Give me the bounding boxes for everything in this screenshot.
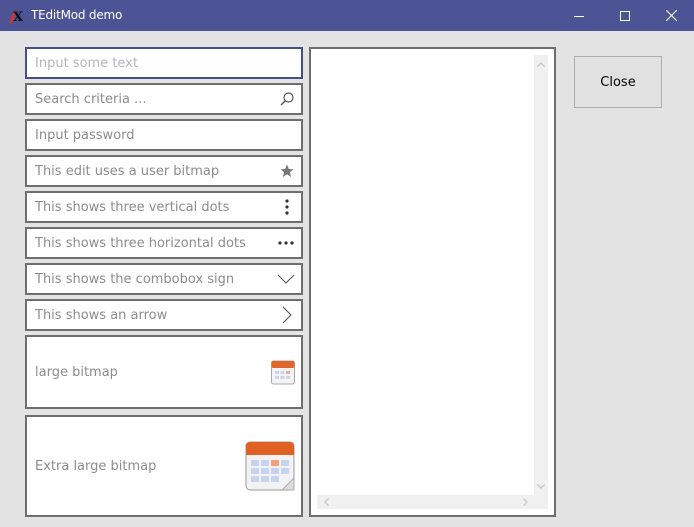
horizontal-dots-icon[interactable] [275,234,297,252]
vertical-dots-icon[interactable] [277,197,297,217]
extra-large-bitmap-input-text: Extra large bitmap [35,459,157,474]
star-icon[interactable] [277,162,297,180]
vertical-scrollbar[interactable] [534,55,548,495]
scroll-down-icon[interactable] [534,479,548,493]
horizontal-scrollbar[interactable] [317,495,534,509]
search-input[interactable]: Search criteria ... [25,83,303,115]
large-bitmap-input-text: large bitmap [35,365,118,380]
title-bar[interactable]: X TEditMod demo [0,0,694,31]
search-input-text: Search criteria ... [35,92,147,107]
window-close-button[interactable] [648,0,694,31]
scroll-up-icon[interactable] [534,57,548,71]
text-input[interactable]: Input some text [25,47,303,79]
maximize-button[interactable] [602,0,648,31]
close-icon [665,10,677,21]
close-button[interactable]: Close [574,56,662,108]
magnifier-icon[interactable] [277,90,297,108]
password-input-text: Input password [35,128,135,143]
minimize-button[interactable] [556,0,602,31]
app-logo-icon: X [8,8,26,25]
text-input-placeholder: Input some text [35,56,138,71]
vertical-dots-input-text: This shows three vertical dots [35,200,230,215]
scrollbar-corner [534,495,548,509]
svg-text:X: X [13,10,24,24]
calendar-large-icon[interactable] [243,439,297,493]
scroll-right-icon[interactable] [518,495,532,509]
window-title: TEditMod demo [31,8,123,22]
password-input[interactable]: Input password [25,119,303,151]
memo-area[interactable] [309,47,556,517]
user-bitmap-input[interactable]: This edit uses a user bitmap [25,155,303,187]
horizontal-dots-input[interactable]: This shows three horizontal dots [25,227,303,259]
combobox-chevron-icon[interactable] [275,270,297,288]
horizontal-dots-input-text: This shows three horizontal dots [35,236,246,251]
client-area: Input some text Search criteria ... Inpu… [0,31,694,527]
scroll-left-icon[interactable] [319,495,333,509]
vertical-dots-input[interactable]: This shows three vertical dots [25,191,303,223]
arrow-input-text: This shows an arrow [35,308,168,323]
large-bitmap-input[interactable]: large bitmap [25,335,303,409]
arrow-right-icon[interactable] [277,306,297,324]
combobox-sign-input[interactable]: This shows the combobox sign [25,263,303,295]
arrow-input[interactable]: This shows an arrow [25,299,303,331]
maximize-icon [620,10,630,21]
calendar-icon[interactable] [269,358,297,386]
user-bitmap-input-text: This edit uses a user bitmap [35,164,220,179]
combobox-sign-input-text: This shows the combobox sign [35,272,235,287]
minimize-icon [574,15,584,17]
extra-large-bitmap-input[interactable]: Extra large bitmap [25,415,303,517]
